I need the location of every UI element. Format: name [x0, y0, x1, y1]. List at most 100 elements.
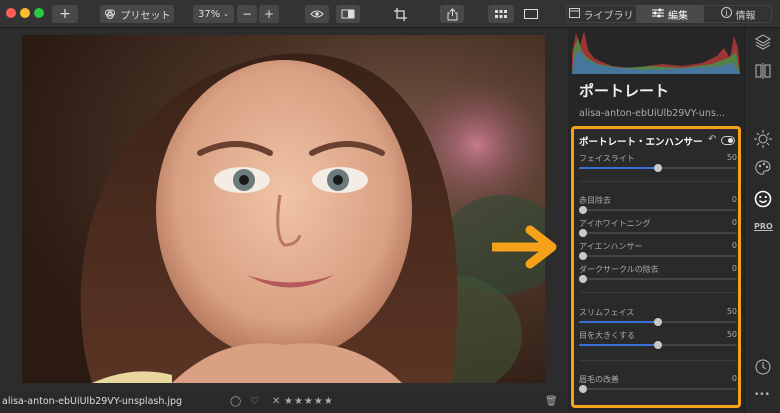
heart-icon[interactable]: ♡	[250, 396, 259, 407]
svg-text:i: i	[725, 9, 728, 18]
clock-icon[interactable]	[754, 358, 772, 376]
split-view-icon	[341, 9, 355, 19]
top-toolbar: + プリセット 37% ⌄ − + ライブラリ 編集 i 情報	[0, 0, 780, 28]
tab-info[interactable]: i 情報	[706, 5, 770, 23]
slider-handle[interactable]	[579, 252, 587, 260]
slider-track[interactable]	[579, 164, 737, 172]
zoom-out-button[interactable]: −	[237, 5, 257, 23]
bottom-bar: alisa-anton-ebUiUlb29VY-unsplash.jpg ◯ ♡…	[0, 392, 568, 413]
slider-handle[interactable]	[579, 275, 587, 283]
presets-icon	[104, 8, 116, 20]
slider-value: 0	[731, 195, 737, 204]
slider-label: 目を大きくする	[579, 331, 635, 340]
slider-fill	[579, 344, 658, 346]
crop-icon	[393, 7, 407, 21]
slider-track[interactable]	[579, 206, 737, 214]
face-icon[interactable]	[754, 190, 772, 208]
app-window: + プリセット 37% ⌄ − + ライブラリ 編集 i 情報 alisa-an…	[0, 0, 780, 413]
enhancer-title: ポートレート・エンハンサー	[579, 137, 703, 148]
file-name: alisa-anton-ebUiUlb29VY-unsplash.jpg	[2, 396, 183, 407]
trash-icon[interactable]: 🗑	[545, 396, 558, 407]
slider-value: 50	[726, 307, 737, 316]
zoom-select[interactable]: 37% ⌄	[193, 5, 234, 23]
compare-icon[interactable]	[754, 62, 772, 80]
slider-track[interactable]	[579, 318, 737, 326]
slider-handle[interactable]	[654, 164, 662, 172]
slider-handle[interactable]	[579, 385, 587, 393]
slider-row: 眉毛の改善 0	[579, 374, 737, 396]
library-icon	[568, 7, 580, 21]
tab-library-label: ライブラリ	[583, 10, 634, 22]
slider-row: フェイスライト 50	[579, 153, 737, 175]
slider-row: アイホワイトニング 0	[579, 218, 737, 240]
slider-label: 眉毛の改善	[579, 375, 619, 384]
slider-track[interactable]	[579, 252, 737, 260]
slider-track[interactable]	[579, 229, 737, 237]
info-icon: i	[720, 7, 732, 21]
slider-value: 50	[726, 330, 737, 339]
presets-label: プリセット	[120, 10, 171, 22]
slider-handle[interactable]	[654, 318, 662, 326]
enhancer-toggle[interactable]	[721, 136, 735, 145]
tab-library[interactable]: ライブラリ	[568, 5, 634, 23]
preview-eye-button[interactable]	[305, 5, 329, 23]
tab-info-label: 情報	[735, 10, 756, 22]
palette-icon[interactable]	[754, 159, 772, 177]
chevron-down-icon: ⌄	[223, 10, 230, 18]
tool-rail: PRO •••	[744, 28, 780, 413]
zoom-window-button[interactable]	[34, 8, 44, 18]
slider-label: ダークサークルの除去	[579, 265, 659, 274]
slider-value: 0	[731, 264, 737, 273]
tab-edit[interactable]: 編集	[636, 5, 704, 23]
close-window-button[interactable]	[6, 8, 16, 18]
portrait-photo	[22, 35, 545, 383]
share-button[interactable]	[440, 5, 464, 23]
slider-label: スリムフェイス	[579, 308, 635, 317]
crop-button[interactable]	[390, 5, 410, 23]
slider-row: 赤目除去 0	[579, 195, 737, 217]
slider-row: スリムフェイス 50	[579, 307, 737, 329]
star-rating[interactable]: ★★★★★	[284, 396, 334, 407]
zoom-in-button[interactable]: +	[259, 5, 279, 23]
undo-icon[interactable]: ↶	[708, 134, 716, 145]
image-canvas[interactable]	[0, 28, 568, 392]
arrow-annotation-icon	[489, 225, 558, 269]
eye-icon	[310, 9, 324, 19]
slider-label: アイホワイトニング	[579, 219, 651, 228]
slider-row: 目を大きくする 50	[579, 330, 737, 352]
slider-label: アイエンハンサー	[579, 242, 643, 251]
slider-row: アイエンハンサー 0	[579, 241, 737, 263]
tab-edit-label: 編集	[668, 10, 688, 22]
add-button[interactable]: +	[52, 5, 78, 23]
slider-value: 0	[731, 218, 737, 227]
slider-track[interactable]	[579, 385, 737, 393]
reject-icon[interactable]: ✕	[272, 396, 280, 407]
slider-handle[interactable]	[579, 229, 587, 237]
slider-handle[interactable]	[654, 341, 662, 349]
slider-handle[interactable]	[579, 206, 587, 214]
pro-icon[interactable]: PRO	[754, 222, 773, 240]
zoom-value: 37%	[197, 8, 221, 20]
label-circle-icon[interactable]: ◯	[230, 396, 241, 407]
minimize-window-button[interactable]	[20, 8, 30, 18]
slider-label: フェイスライト	[579, 154, 635, 163]
single-view-icon	[524, 9, 538, 19]
sun-icon[interactable]	[754, 130, 772, 148]
more-icon[interactable]: •••	[754, 390, 772, 408]
panel-subtitle: alisa-anton-ebUiUlb29VY-uns...	[579, 108, 725, 119]
histogram	[572, 31, 740, 74]
grid-icon	[495, 10, 507, 18]
layers-icon[interactable]	[754, 33, 772, 51]
grid-view-button[interactable]	[488, 5, 514, 23]
presets-button[interactable]: プリセット	[100, 5, 174, 23]
slider-fill	[579, 167, 658, 169]
divider	[579, 181, 737, 182]
divider	[579, 360, 737, 361]
adjustments-panel: ポートレート alisa-anton-ebUiUlb29VY-uns... ポー…	[568, 28, 744, 413]
single-view-button[interactable]	[518, 5, 544, 23]
slider-track[interactable]	[579, 341, 737, 349]
split-view-button[interactable]	[336, 5, 360, 23]
divider	[579, 292, 737, 293]
slider-track[interactable]	[579, 275, 737, 283]
sliders-icon	[652, 8, 664, 21]
